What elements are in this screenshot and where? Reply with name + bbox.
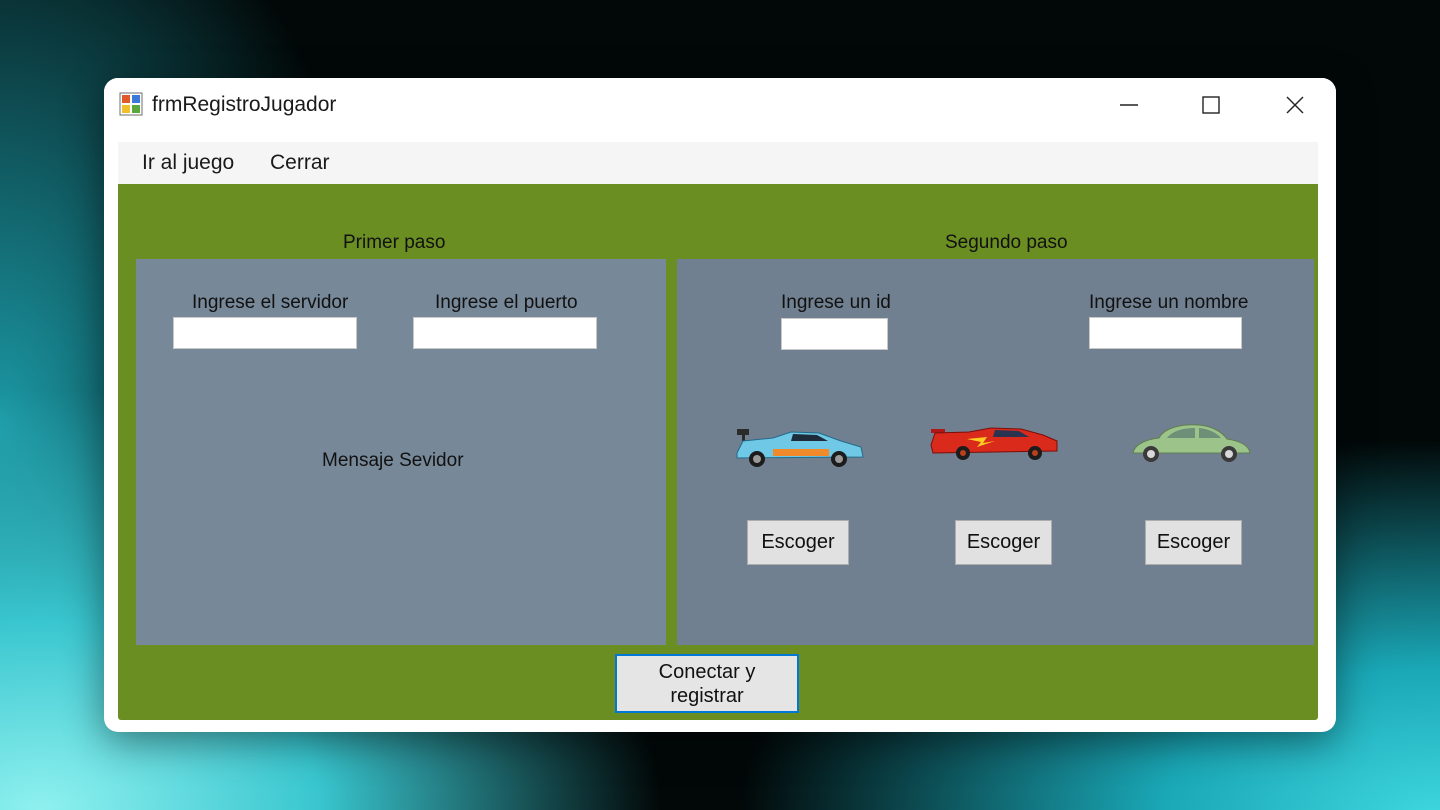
window-title: frmRegistroJugador <box>152 93 337 116</box>
menu-item-cerrar[interactable]: Cerrar <box>270 151 330 175</box>
choose-car-1-button[interactable]: Escoger <box>747 520 849 565</box>
connect-register-button[interactable]: Conectar y registrar <box>615 654 799 713</box>
maximize-icon <box>1202 96 1220 114</box>
maximize-button[interactable] <box>1170 78 1252 132</box>
app-icon <box>119 92 143 116</box>
choose-car-2-button[interactable]: Escoger <box>955 520 1052 565</box>
server-label: Ingrese el servidor <box>192 292 349 313</box>
title-bar[interactable]: frmRegistroJugador <box>104 78 1336 132</box>
menu-bar: Ir al juego Cerrar <box>118 142 1318 184</box>
server-message: Mensaje Sevidor <box>322 450 464 471</box>
connect-button-line2: registrar <box>670 684 744 707</box>
red-race-car-icon[interactable] <box>929 423 1061 463</box>
step1-panel: Ingrese el servidor Ingrese el puerto Me… <box>136 259 666 645</box>
connect-button-line1: Conectar y <box>658 660 756 683</box>
id-label: Ingrese un id <box>781 292 891 313</box>
step2-panel: Ingrese un id Ingrese un nombre Escoger … <box>677 259 1314 645</box>
choose-car-3-button[interactable]: Escoger <box>1145 520 1242 565</box>
name-label: Ingrese un nombre <box>1089 292 1249 313</box>
app-window: frmRegistroJugador Ir al juego Cerrar Pr… <box>104 78 1336 732</box>
minimize-button[interactable] <box>1088 78 1170 132</box>
close-icon <box>1286 96 1304 114</box>
form-client-area: Primer paso Segundo paso Ingrese el serv… <box>118 184 1318 720</box>
step2-title: Segundo paso <box>945 232 1068 253</box>
blue-race-car-icon[interactable] <box>733 425 867 469</box>
port-label: Ingrese el puerto <box>435 292 578 313</box>
menu-item-ir-al-juego[interactable]: Ir al juego <box>142 151 234 175</box>
server-input[interactable] <box>173 317 357 349</box>
step1-title: Primer paso <box>343 232 446 253</box>
port-input[interactable] <box>413 317 597 349</box>
id-input[interactable] <box>781 318 888 350</box>
close-button[interactable] <box>1254 78 1336 132</box>
name-input[interactable] <box>1089 317 1242 349</box>
minimize-icon <box>1120 104 1138 106</box>
green-beetle-car-icon[interactable] <box>1129 421 1253 465</box>
